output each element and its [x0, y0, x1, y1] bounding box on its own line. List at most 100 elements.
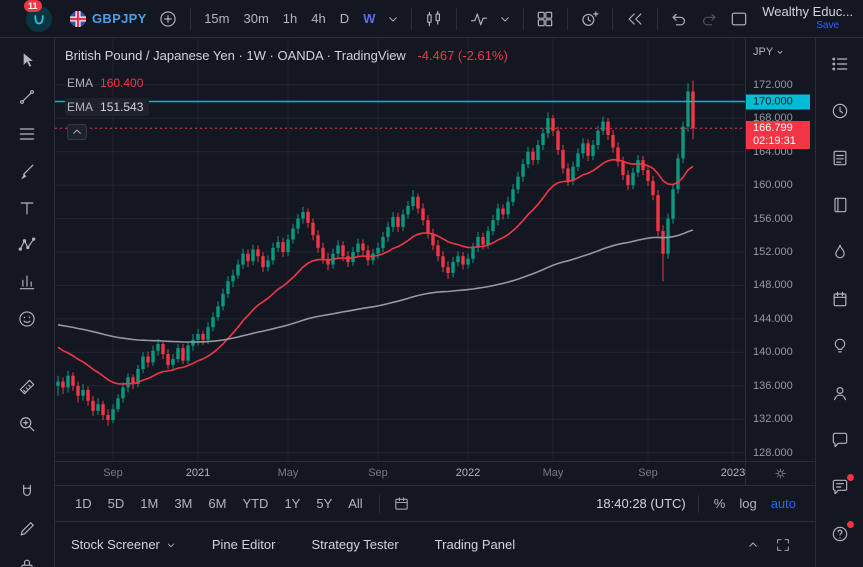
- interval-30m[interactable]: 30m: [236, 7, 275, 30]
- emoji-icon: [17, 309, 37, 329]
- flame-icon: [830, 242, 850, 262]
- user-menu-button[interactable]: 11: [26, 6, 52, 32]
- range-1d-button[interactable]: 1D: [67, 493, 100, 514]
- brush-tool-button[interactable]: [15, 159, 39, 183]
- indicators-chevron[interactable]: [494, 9, 516, 29]
- fib-tool-button[interactable]: [15, 122, 39, 146]
- range-5y-button[interactable]: 5Y: [308, 493, 340, 514]
- toolbar-divider: [411, 8, 412, 30]
- tab-strategy-tester[interactable]: Strategy Tester: [311, 537, 398, 552]
- alerts-button[interactable]: [828, 99, 852, 123]
- redo-button[interactable]: [694, 5, 724, 33]
- notebook-icon: [830, 195, 850, 215]
- chevron-down-icon: [387, 13, 399, 25]
- indicators-icon: [469, 9, 489, 29]
- indicator-legend-ema-fast[interactable]: EMA 160.400: [65, 74, 149, 92]
- public-chat-button[interactable]: [828, 475, 852, 499]
- axis-corner: [745, 462, 815, 485]
- range-5d-button[interactable]: 5D: [100, 493, 133, 514]
- zoom-tool-button[interactable]: [15, 412, 39, 436]
- maximize-icon: [775, 537, 791, 553]
- save-link[interactable]: Save: [816, 19, 839, 33]
- redo-icon: [699, 9, 719, 29]
- price-axis[interactable]: JPY 170.000 166.799 02:19:31 128.000132.…: [745, 38, 815, 461]
- legend-collapse-button[interactable]: [67, 124, 87, 140]
- indicator-legend-ema-slow[interactable]: EMA 151.543: [65, 98, 149, 116]
- calendar-icon: [830, 289, 850, 309]
- lock-tool-button[interactable]: [15, 554, 39, 567]
- symbol-legend[interactable]: British Pound / Japanese Yen · 1W · OAND…: [65, 48, 508, 63]
- log-scale-button[interactable]: log: [732, 493, 763, 514]
- bottom-toolbar: 1D 5D 1M 3M 6M YTD 1Y 5Y All 18:40:28 (U…: [55, 485, 815, 521]
- time-tick-label: 2022: [456, 467, 480, 479]
- time-axis-labels[interactable]: Sep2021MaySep2022MaySep2023: [55, 462, 745, 485]
- price-tick-label: 152.000: [753, 246, 793, 258]
- symbol-search-button[interactable]: GBPJPY: [64, 7, 153, 31]
- single-layout-button[interactable]: [724, 5, 754, 33]
- edit-tool-button[interactable]: [15, 517, 39, 541]
- fullscreen-button[interactable]: [767, 533, 799, 557]
- range-3m-button[interactable]: 3M: [166, 493, 200, 514]
- lock-icon: [17, 556, 37, 567]
- auto-scale-button[interactable]: auto: [764, 493, 803, 514]
- tab-pine-editor[interactable]: Pine Editor: [212, 537, 276, 552]
- compare-add-button[interactable]: [153, 5, 183, 33]
- trend-line-tool-button[interactable]: [15, 85, 39, 109]
- create-alert-button[interactable]: [575, 5, 605, 33]
- magnet-tool-button[interactable]: [15, 480, 39, 504]
- chat-button[interactable]: [828, 428, 852, 452]
- interval-15m[interactable]: 15m: [197, 7, 236, 30]
- range-1m-button[interactable]: 1M: [132, 493, 166, 514]
- percent-scale-button[interactable]: %: [707, 493, 733, 514]
- price-axis-currency[interactable]: JPY: [753, 46, 784, 58]
- calendar-icon: [393, 495, 410, 512]
- intervals-chevron[interactable]: [382, 9, 404, 29]
- community-button[interactable]: [828, 381, 852, 405]
- time-axis[interactable]: Sep2021MaySep2022MaySep2023: [55, 461, 815, 485]
- time-tick-label: May: [543, 467, 564, 479]
- price-tick-label: 144.000: [753, 313, 793, 325]
- tab-trading-panel[interactable]: Trading Panel: [435, 537, 515, 552]
- cursor-tool-button[interactable]: [15, 48, 39, 72]
- layout-grid-button[interactable]: [530, 5, 560, 33]
- interval-1h[interactable]: 1h: [276, 7, 304, 30]
- economic-calendar-button[interactable]: [828, 287, 852, 311]
- forecast-icon: [17, 272, 37, 292]
- range-1y-button[interactable]: 1Y: [276, 493, 308, 514]
- forecast-tool-button[interactable]: [15, 270, 39, 294]
- text-icon: [17, 198, 37, 218]
- undo-icon: [669, 9, 689, 29]
- cursor-icon: [17, 50, 37, 70]
- panel-expand-button[interactable]: [739, 535, 767, 555]
- drawing-toolbar: [0, 38, 55, 567]
- ideas-button[interactable]: [828, 334, 852, 358]
- legend-change: -4.467 (-2.61%): [417, 48, 507, 63]
- interval-4h[interactable]: 4h: [304, 7, 332, 30]
- notification-badge: 11: [24, 0, 42, 12]
- range-all-button[interactable]: All: [340, 493, 370, 514]
- pattern-tool-button[interactable]: [15, 233, 39, 257]
- tab-stock-screener[interactable]: Stock Screener: [71, 537, 176, 552]
- undo-button[interactable]: [664, 5, 694, 33]
- interval-w[interactable]: W: [356, 7, 382, 30]
- news-button[interactable]: [828, 146, 852, 170]
- chevron-down-icon: [499, 13, 511, 25]
- text-tool-button[interactable]: [15, 196, 39, 220]
- candlestick-icon: [424, 9, 444, 29]
- help-button[interactable]: [828, 522, 852, 546]
- hotlists-button[interactable]: [828, 240, 852, 264]
- chart-style-button[interactable]: [419, 5, 449, 33]
- measure-tool-button[interactable]: [15, 375, 39, 399]
- bar-replay-button[interactable]: [620, 5, 650, 33]
- emoji-tool-button[interactable]: [15, 307, 39, 331]
- layout-title[interactable]: Wealthy Educ...: [762, 5, 853, 19]
- interval-d[interactable]: D: [333, 7, 356, 30]
- chart-settings-button[interactable]: [773, 466, 788, 481]
- timezone-button[interactable]: 18:40:28 (UTC): [596, 496, 686, 511]
- range-6m-button[interactable]: 6M: [200, 493, 234, 514]
- goto-date-button[interactable]: [388, 491, 415, 516]
- indicators-button[interactable]: [464, 5, 494, 33]
- range-ytd-button[interactable]: YTD: [234, 493, 276, 514]
- notebook-button[interactable]: [828, 193, 852, 217]
- watchlist-button[interactable]: [828, 52, 852, 76]
